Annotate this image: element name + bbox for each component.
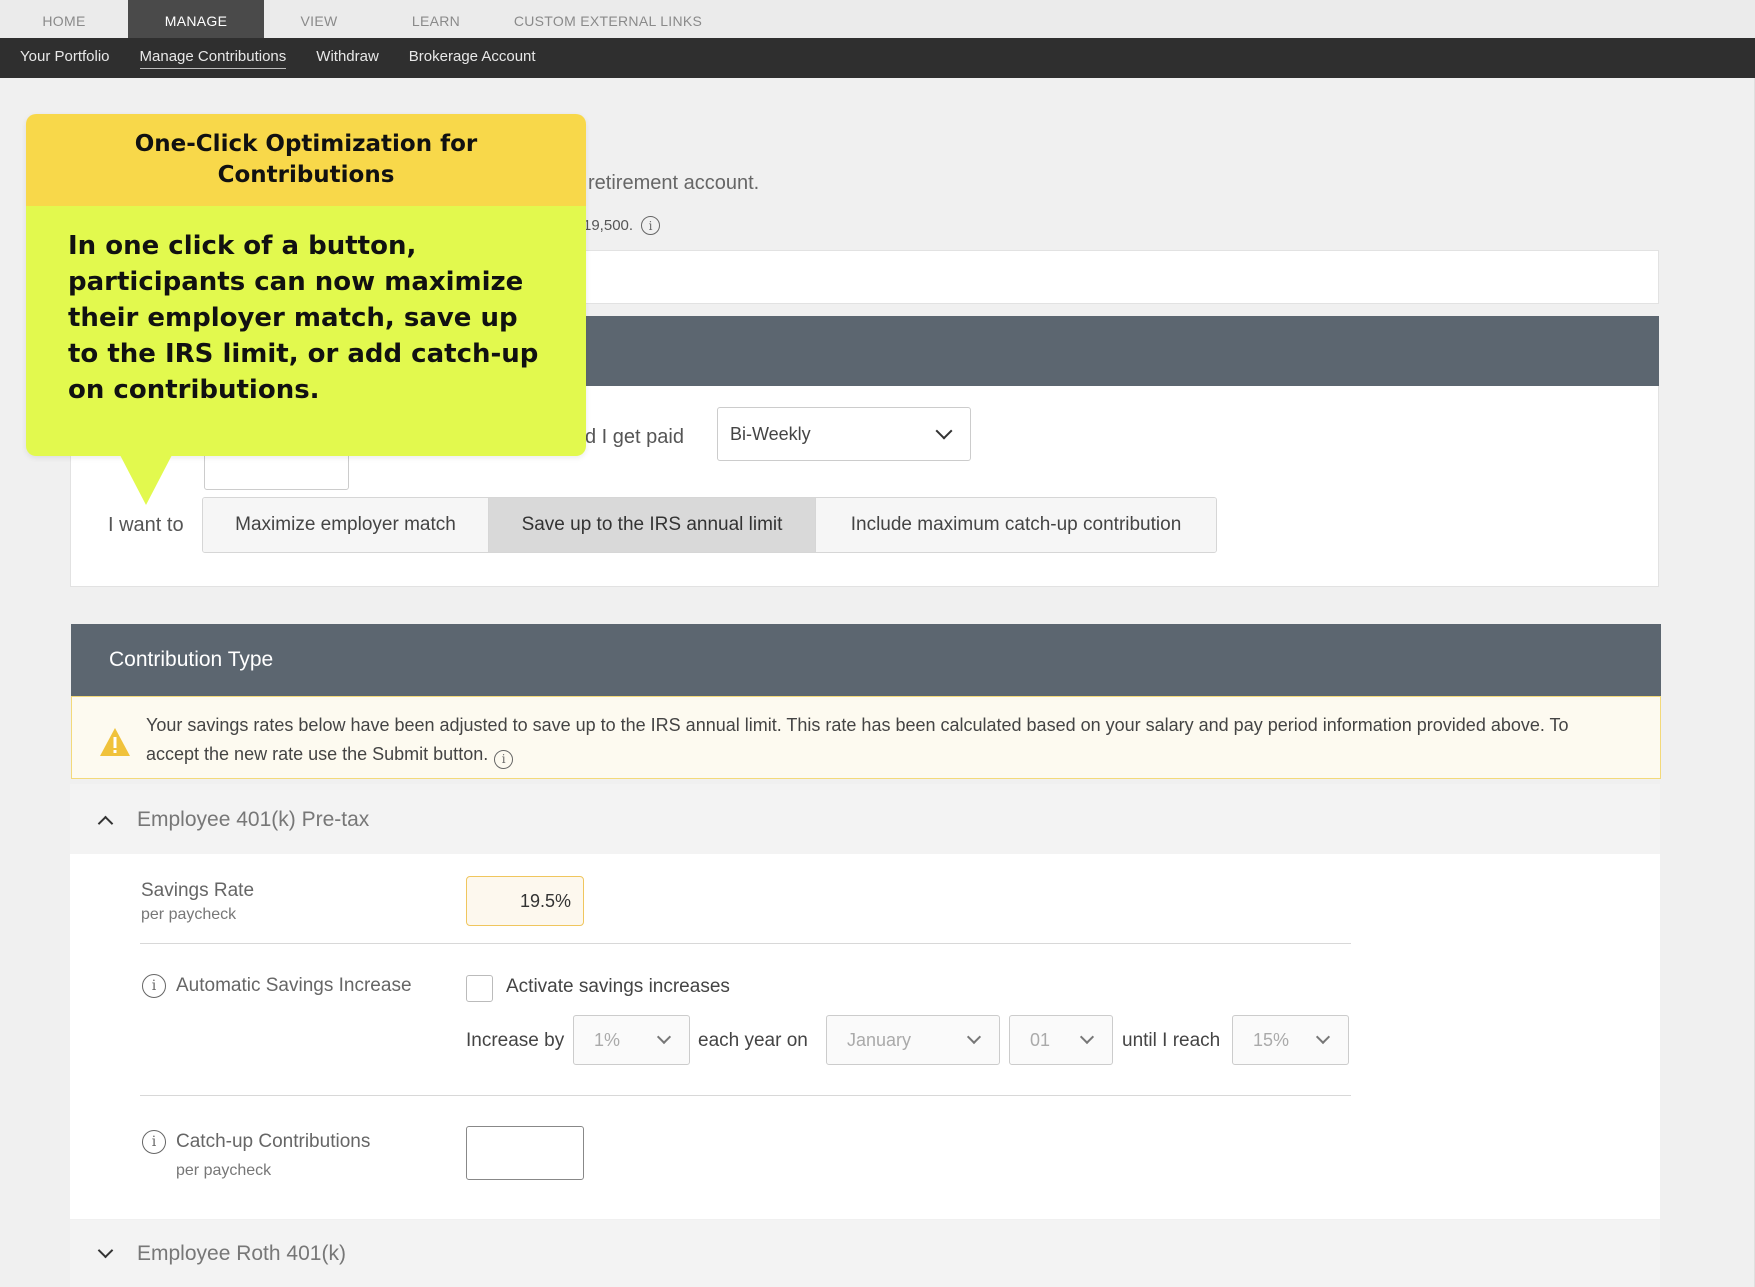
pretax-body: Savings Rate per paycheck 19.5% i Automa… <box>70 854 1660 1219</box>
divider <box>140 1095 1351 1096</box>
chevron-down-icon <box>656 1029 672 1045</box>
maximize-employer-match-button[interactable]: Maximize employer match <box>203 498 489 552</box>
activate-savings-checkbox[interactable] <box>466 975 493 1002</box>
until-label: until I reach <box>1122 1030 1221 1051</box>
tab-view[interactable]: VIEW <box>264 0 374 42</box>
month-value: January <box>847 1029 912 1050</box>
auto-savings-label-group: i Automatic Savings Increase <box>142 974 412 998</box>
callout: One-Click Optimization for Contributions… <box>26 114 586 456</box>
tab-learn[interactable]: LEARN <box>374 0 498 42</box>
info-icon[interactable]: i <box>142 1130 166 1154</box>
warning-text: Your savings rates below have been adjus… <box>146 715 1569 764</box>
increase-by-select[interactable]: 1% <box>573 1015 690 1065</box>
pay-frequency-select[interactable]: Bi-Weekly <box>717 407 971 461</box>
pretax-section-toggle[interactable]: Employee 401(k) Pre-tax <box>70 784 1660 856</box>
tab-home[interactable]: HOME <box>0 0 128 42</box>
day-value: 01 <box>1030 1029 1051 1050</box>
increase-by-value: 1% <box>594 1029 621 1050</box>
chevron-up-icon <box>97 815 114 831</box>
warning-banner: Your savings rates below have been adjus… <box>71 696 1661 779</box>
callout-pointer <box>120 455 172 505</box>
savings-rate-label: Savings Rate <box>141 880 255 901</box>
subnav-withdraw[interactable]: Withdraw <box>316 48 379 68</box>
savings-rate-input[interactable]: 19.5% <box>466 876 584 926</box>
warning-text-wrap: Your savings rates below have been adjus… <box>146 711 1620 778</box>
pretax-title: Employee 401(k) Pre-tax <box>137 808 370 831</box>
savings-rate-label-group: Savings Rate per paycheck <box>141 880 254 924</box>
subnav-manage-contributions[interactable]: Manage Contributions <box>139 48 287 69</box>
callout-title: One-Click Optimization for Contributions <box>26 114 586 206</box>
warning-icon <box>100 728 130 756</box>
until-select[interactable]: 15% <box>1232 1015 1349 1065</box>
pay-frequency-value: Bi-Weekly <box>730 423 811 444</box>
chevron-down-icon <box>935 422 953 440</box>
catchup-input[interactable] <box>466 1126 584 1180</box>
roth-title: Employee Roth 401(k) <box>137 1241 346 1265</box>
pay-frequency-label: d I get paid <box>585 426 684 448</box>
month-select[interactable]: January <box>826 1015 1000 1065</box>
tab-manage[interactable]: MANAGE <box>128 0 264 42</box>
auto-savings-label: Automatic Savings Increase <box>176 975 412 996</box>
divider <box>140 943 1351 944</box>
optimization-options: Maximize employer match Save up to the I… <box>202 497 1217 553</box>
contribution-type-header: Contribution Type <box>71 624 1661 696</box>
info-icon[interactable]: i <box>142 974 166 998</box>
roth-section-toggle[interactable]: Employee Roth 401(k) <box>70 1220 1660 1287</box>
save-irs-limit-button[interactable]: Save up to the IRS annual limit <box>489 498 816 552</box>
increase-by-label: Increase by <box>466 1030 565 1051</box>
limit-text: 19,500. i <box>583 216 661 235</box>
want-label: I want to <box>108 514 184 536</box>
chevron-down-icon <box>1315 1029 1331 1045</box>
chevron-down-icon <box>966 1029 982 1045</box>
until-value: 15% <box>1253 1029 1290 1050</box>
savings-rate-sub: per paycheck <box>141 906 237 923</box>
catchup-label-group: i Catch-up Contributions per paycheck <box>142 1130 370 1180</box>
limit-value: 19,500. <box>583 217 634 234</box>
subnav-brokerage-account[interactable]: Brokerage Account <box>409 48 536 68</box>
each-year-label: each year on <box>698 1030 808 1051</box>
chevron-down-icon <box>97 1242 114 1259</box>
callout-body: In one click of a button, participants c… <box>26 206 586 456</box>
page: HOME MANAGE VIEW LEARN CUSTOM EXTERNAL L… <box>0 0 1755 1287</box>
catchup-label: Catch-up Contributions <box>176 1131 371 1152</box>
info-icon[interactable]: i <box>641 216 661 235</box>
chevron-down-icon <box>1079 1029 1095 1045</box>
catchup-label-row: i Catch-up Contributions <box>142 1130 370 1154</box>
day-select[interactable]: 01 <box>1009 1015 1113 1065</box>
intro-text: retirement account. <box>588 172 760 194</box>
info-icon[interactable]: i <box>494 749 514 769</box>
sub-nav: Your Portfolio Manage Contributions With… <box>0 38 1755 78</box>
catchup-sub: per paycheck <box>176 1162 272 1179</box>
activate-savings-label: Activate savings increases <box>506 976 730 997</box>
tab-custom-external-links[interactable]: CUSTOM EXTERNAL LINKS <box>498 0 718 42</box>
include-catch-up-button[interactable]: Include maximum catch-up contribution <box>816 498 1216 552</box>
top-tab-bar: HOME MANAGE VIEW LEARN CUSTOM EXTERNAL L… <box>0 0 1755 42</box>
subnav-your-portfolio[interactable]: Your Portfolio <box>20 48 110 68</box>
